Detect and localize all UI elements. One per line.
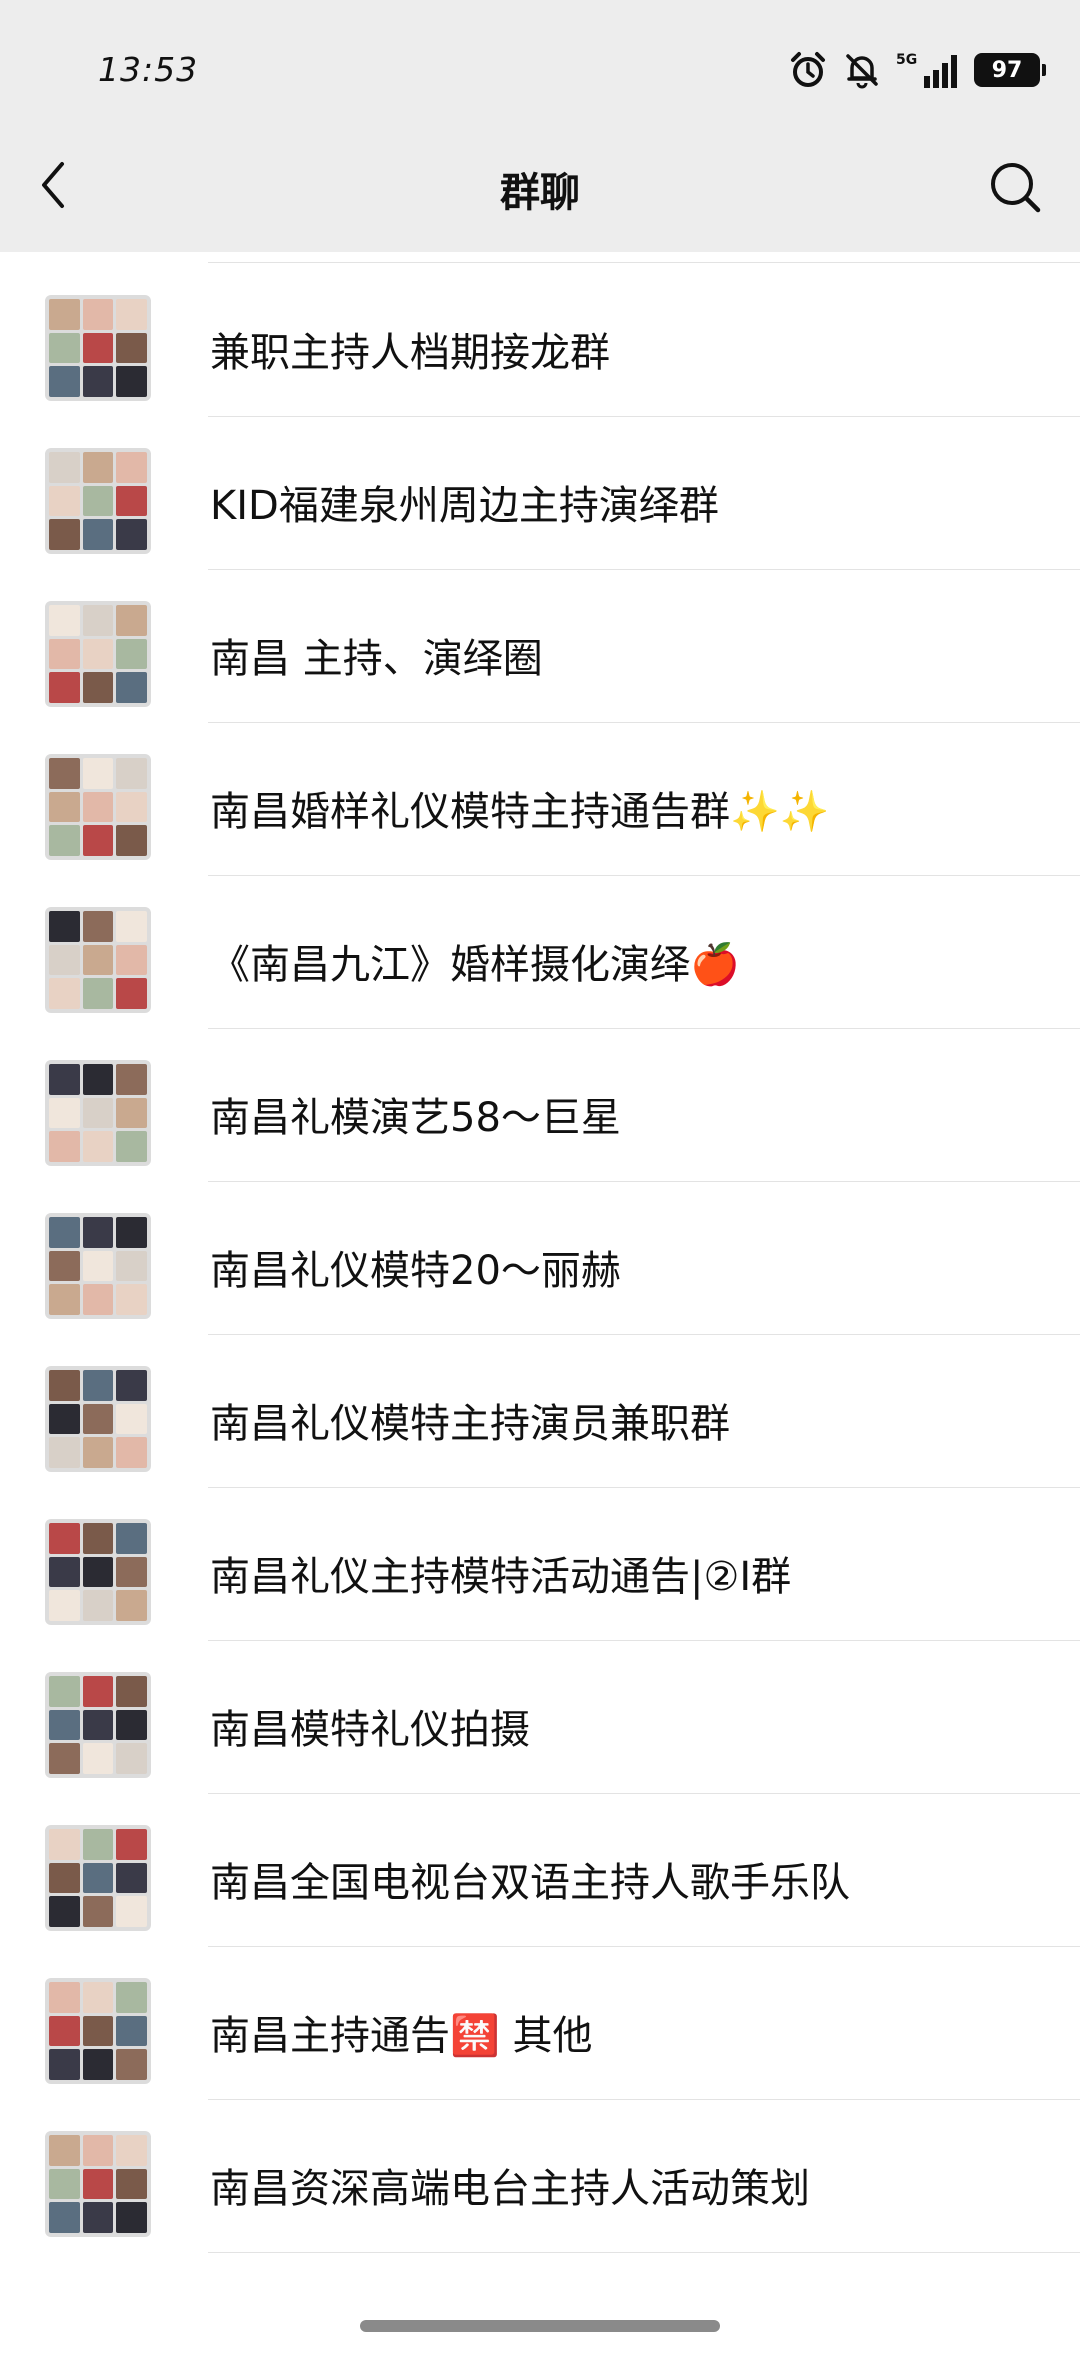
group-list-item[interactable]: 南昌模特礼仪拍摄: [0, 1641, 1080, 1794]
signal-icon: 5G: [896, 52, 957, 88]
group-avatar: [45, 1978, 151, 2084]
group-name: 南昌 主持、演绎圈: [210, 636, 543, 682]
group-name: 《南昌九江》婚样摄化演绎🍎: [210, 942, 740, 988]
group-name: 南昌礼仪模特主持演员兼职群: [210, 1401, 730, 1447]
group-avatar: [45, 1825, 151, 1931]
group-avatar: [45, 448, 151, 554]
group-avatar: [45, 1366, 151, 1472]
alarm-icon: [791, 52, 825, 87]
home-indicator[interactable]: [360, 2320, 720, 2332]
group-list-item[interactable]: 兼职主持人档期接龙群: [0, 264, 1080, 417]
battery-level: 97: [991, 57, 1023, 83]
group-list-item[interactable]: 南昌资深高端电台主持人活动策划: [0, 2100, 1080, 2253]
battery-icon: 97: [974, 53, 1046, 87]
group-name: 南昌礼仪主持模特活动通告|②I群: [210, 1554, 792, 1600]
group-list-item[interactable]: 南昌全国电视台双语主持人歌手乐队: [0, 1794, 1080, 1947]
bell-muted-icon: [846, 54, 878, 89]
group-avatar: [45, 2131, 151, 2237]
group-avatar: [45, 1519, 151, 1625]
group-name: 南昌主持通告🈲 其他: [210, 2013, 593, 2059]
group-list-item[interactable]: 南昌主持通告🈲 其他: [0, 1947, 1080, 2100]
group-avatar: [45, 907, 151, 1013]
group-avatar: [45, 295, 151, 401]
group-avatar: [45, 1213, 151, 1319]
search-icon: [991, 163, 1041, 213]
group-name: 兼职主持人档期接龙群: [210, 330, 610, 376]
group-avatar: [45, 1672, 151, 1778]
status-time: 13:53: [98, 50, 199, 89]
group-avatar: [45, 601, 151, 707]
group-avatar: [45, 754, 151, 860]
group-list-item[interactable]: 南昌礼模演艺58～巨星: [0, 1029, 1080, 1182]
row-divider: [208, 2252, 1080, 2253]
group-list-item[interactable]: 南昌婚样礼仪模特主持通告群✨✨: [0, 723, 1080, 876]
group-list-item[interactable]: 南昌礼仪模特主持演员兼职群: [0, 1335, 1080, 1488]
page-title: 群聊: [500, 170, 580, 216]
list-top-divider: [208, 262, 1080, 263]
group-list-item[interactable]: 南昌 主持、演绎圈: [0, 570, 1080, 723]
group-name: 南昌礼模演艺58～巨星: [210, 1095, 621, 1141]
group-name: 南昌资深高端电台主持人活动策划: [210, 2166, 810, 2212]
group-list-item[interactable]: 南昌礼仪主持模特活动通告|②I群: [0, 1488, 1080, 1641]
group-name: KID福建泉州周边主持演绎群: [210, 483, 719, 529]
status-icons: 5G 97: [788, 48, 1046, 92]
group-name: 南昌礼仪模特20～丽赫: [210, 1248, 621, 1294]
group-list-item[interactable]: 南昌礼仪模特20～丽赫: [0, 1182, 1080, 1335]
group-list-item[interactable]: KID福建泉州周边主持演绎群: [0, 417, 1080, 570]
group-name: 南昌全国电视台双语主持人歌手乐队: [210, 1860, 850, 1906]
group-avatar: [45, 1060, 151, 1166]
group-name: 南昌婚样礼仪模特主持通告群✨✨: [210, 789, 830, 835]
group-list-item[interactable]: 《南昌九江》婚样摄化演绎🍎: [0, 876, 1080, 1029]
search-button[interactable]: [980, 152, 1050, 222]
top-bar: 13:53 5G 97 群聊: [0, 0, 1080, 252]
network-label: 5G: [896, 52, 917, 68]
group-name: 南昌模特礼仪拍摄: [210, 1707, 530, 1753]
